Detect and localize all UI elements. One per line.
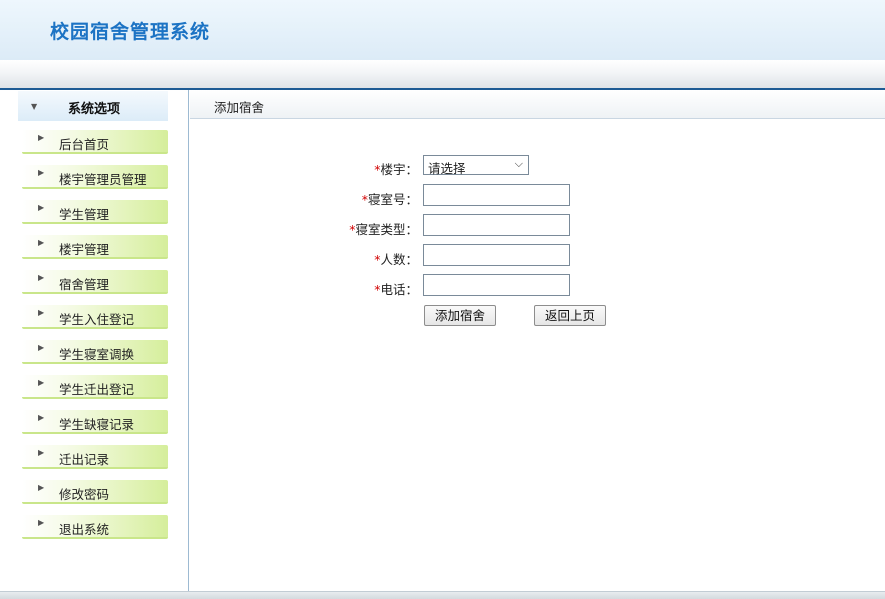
caret-right-icon: ▶ <box>38 203 45 212</box>
footer-bar <box>0 591 885 599</box>
sidebar-item-label: 学生迁出登记 <box>59 382 135 397</box>
sidebar-item-label: 学生入住登记 <box>59 312 135 327</box>
sidebar-item-label: 退出系统 <box>59 522 110 537</box>
top-toolbar <box>0 60 885 88</box>
phone-label: *电话： <box>374 282 418 297</box>
caret-right-icon: ▶ <box>38 168 45 177</box>
phone-input[interactable] <box>423 274 570 296</box>
room-no-label: *寝室号： <box>361 192 418 207</box>
phone-row: *电话： <box>300 275 418 297</box>
sidebar-item-building-admin[interactable]: ▶ 楼宇管理员管理 <box>22 165 168 189</box>
sidebar-title: 系统选项 <box>68 102 121 117</box>
sidebar-item-buildings[interactable]: ▶ 楼宇管理 <box>22 235 168 259</box>
caret-right-icon: ▶ <box>38 343 45 352</box>
sidebar-item-students[interactable]: ▶ 学生管理 <box>22 200 168 224</box>
sidebar-item-dorms[interactable]: ▶ 宿舍管理 <box>22 270 168 294</box>
content-header: 添加宿舍 <box>190 90 885 119</box>
sidebar-item-logout[interactable]: ▶ 退出系统 <box>22 515 168 539</box>
add-dorm-button[interactable]: 添加宿舍 <box>424 305 496 326</box>
caret-right-icon: ▶ <box>38 413 45 422</box>
caret-right-icon: ▶ <box>38 483 45 492</box>
building-label: *楼宇： <box>374 162 418 177</box>
room-type-label: *寝室类型： <box>349 222 418 237</box>
sidebar-item-label: 迁出记录 <box>59 452 110 467</box>
app-title: 校园宿舍管理系统 <box>50 21 211 43</box>
sidebar-item-label: 楼宇管理员管理 <box>59 172 147 187</box>
room-no-row: *寝室号： <box>300 185 418 207</box>
sidebar-item-label: 楼宇管理 <box>59 242 110 257</box>
caret-right-icon: ▶ <box>38 133 45 142</box>
sidebar-item-label: 修改密码 <box>59 487 110 502</box>
sidebar-item-label: 后台首页 <box>59 137 110 152</box>
sidebar-item-absence[interactable]: ▶ 学生缺寝记录 <box>22 410 168 434</box>
sidebar-header[interactable]: ▼ 系统选项 <box>18 91 168 121</box>
caret-right-icon: ▶ <box>38 518 45 527</box>
sidebar-item-move-out[interactable]: ▶ 学生迁出登记 <box>22 375 168 399</box>
room-type-input[interactable] <box>423 214 570 236</box>
sidebar-item-label: 学生缺寝记录 <box>59 417 135 432</box>
sidebar-item-check-in[interactable]: ▶ 学生入住登记 <box>22 305 168 329</box>
caret-right-icon: ▶ <box>38 448 45 457</box>
collapse-arrow-icon[interactable]: ▼ <box>31 102 37 111</box>
chevron-down-icon: ⌵ <box>514 157 523 170</box>
building-select-value: 请选择 <box>428 161 466 176</box>
capacity-row: *人数： <box>300 245 418 267</box>
sidebar-item-label: 学生管理 <box>59 207 110 222</box>
caret-right-icon: ▶ <box>38 378 45 387</box>
app-header: 校园宿舍管理系统 <box>0 0 885 60</box>
sidebar-item-room-swap[interactable]: ▶ 学生寝室调换 <box>22 340 168 364</box>
sidebar: ▼ 系统选项 ▶ 后台首页 ▶ 楼宇管理员管理 ▶ 学生管理 ▶ 楼宇管理 ▶ … <box>0 90 189 591</box>
sidebar-item-home[interactable]: ▶ 后台首页 <box>22 130 168 154</box>
capacity-label: *人数： <box>374 252 418 267</box>
main-content: 添加宿舍 <box>190 90 885 591</box>
room-type-row: *寝室类型： <box>300 215 418 237</box>
caret-right-icon: ▶ <box>38 308 45 317</box>
sidebar-item-label: 学生寝室调换 <box>59 347 135 362</box>
page-title: 添加宿舍 <box>214 100 265 115</box>
sidebar-item-label: 宿舍管理 <box>59 277 110 292</box>
sidebar-item-change-password[interactable]: ▶ 修改密码 <box>22 480 168 504</box>
capacity-input[interactable] <box>423 244 570 266</box>
room-no-input[interactable] <box>423 184 570 206</box>
sidebar-item-move-out-records[interactable]: ▶ 迁出记录 <box>22 445 168 469</box>
building-row: *楼宇： <box>300 155 418 177</box>
caret-right-icon: ▶ <box>38 273 45 282</box>
back-button[interactable]: 返回上页 <box>534 305 606 326</box>
building-select[interactable]: 请选择 ⌵ <box>423 155 529 176</box>
caret-right-icon: ▶ <box>38 238 45 247</box>
